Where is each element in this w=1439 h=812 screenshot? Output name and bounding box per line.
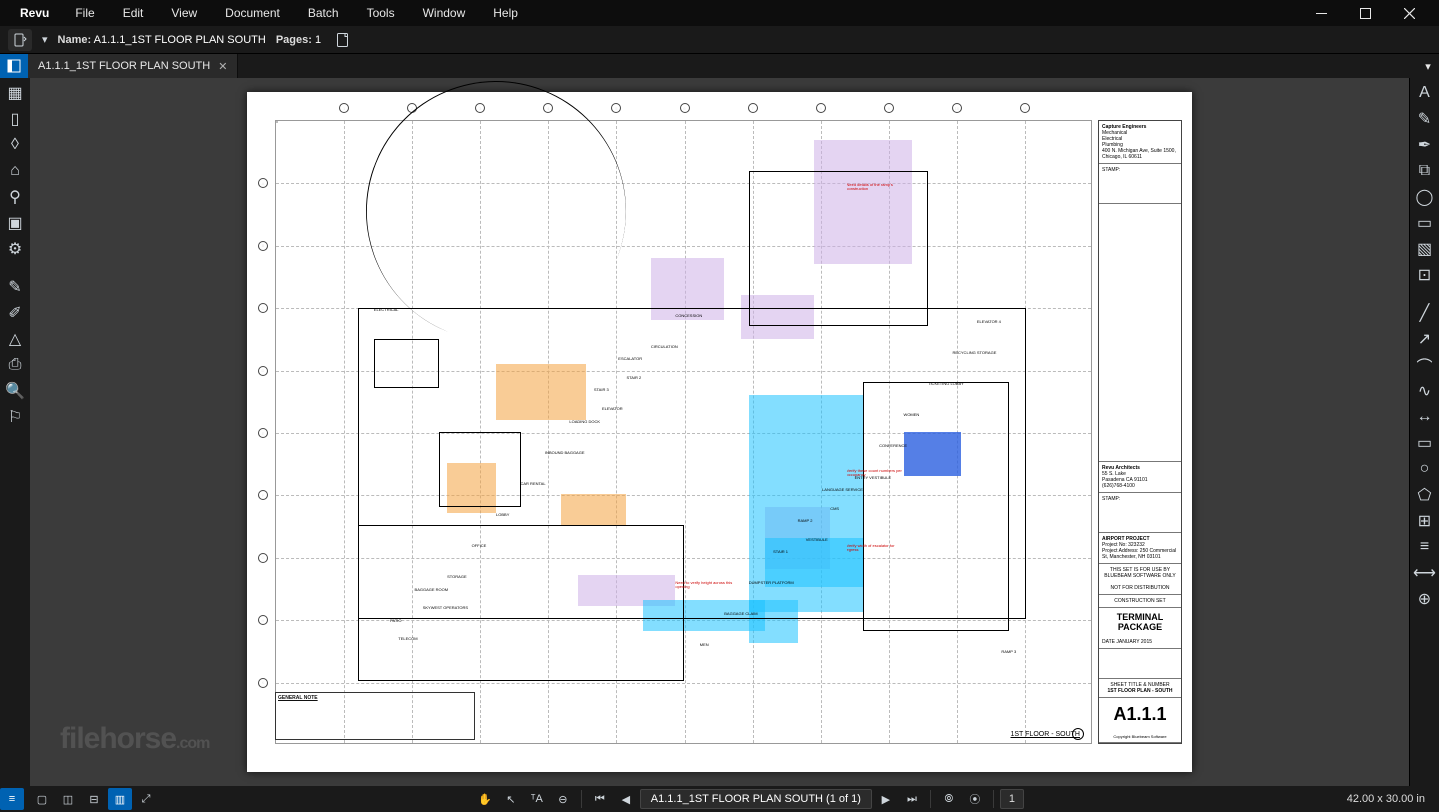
panel-access-icon[interactable]	[0, 54, 28, 78]
view-split-h-icon[interactable]: ⊟	[82, 788, 106, 810]
menu-edit[interactable]: Edit	[109, 6, 158, 20]
floor-plan-drawing: 1234567891011ABCDEFGHKNeed details of th…	[275, 120, 1092, 744]
next-page-icon[interactable]: ▶	[874, 788, 898, 810]
rectangle-icon[interactable]: ▭	[1412, 432, 1438, 454]
highlight-tool-icon[interactable]: ✎	[1412, 108, 1438, 130]
menu-tools[interactable]: Tools	[353, 6, 409, 20]
align-icon[interactable]: ≡	[1412, 536, 1438, 558]
pan-tool-icon[interactable]: ✋	[473, 788, 497, 810]
part-indicator[interactable]: 1	[1000, 789, 1024, 809]
page-indicator[interactable]: A1.1.1_1ST FLOOR PLAN SOUTH (1 of 1)	[640, 789, 872, 809]
polyline-icon[interactable]: ∿	[1412, 380, 1438, 402]
left-panel-rail: ▦ ▯ ◊ ⌂ ⚲ ▣ ⚙ ✎ ✐ △ ⎙ 🔍 ⚐	[0, 78, 30, 786]
properties-icon[interactable]: ⚙	[2, 238, 28, 260]
right-tool-rail: A ✎ ✒ ⧉ ◯ ▭ ▧ ⊡ ╱ ↗ ⌒ ∿ ↔ ▭ ○ ⬠ ⊞ ≡ ⟷ ⊕	[1409, 78, 1439, 786]
text-box-icon[interactable]: A	[1412, 82, 1438, 104]
page-dimensions: 42.00 x 30.00 in	[1333, 793, 1439, 805]
menu-help[interactable]: Help	[479, 6, 532, 20]
menu-batch[interactable]: Batch	[294, 6, 353, 20]
eraser-icon[interactable]: △	[2, 328, 28, 350]
image-icon[interactable]: ▧	[1412, 238, 1438, 260]
document-canvas[interactable]: Capture EngineersMechanical Electrical P…	[30, 78, 1409, 786]
prev-page-icon[interactable]: ◀	[614, 788, 638, 810]
search-icon[interactable]: 🔍	[2, 380, 28, 402]
name-field: Name: A1.1.1_1ST FLOOR PLAN SOUTH	[58, 34, 266, 46]
maximize-button[interactable]	[1343, 0, 1387, 26]
view-continuous-icon[interactable]: ▥	[108, 788, 132, 810]
count-icon[interactable]: ⊕	[1412, 588, 1438, 610]
tab-title: A1.1.1_1ST FLOOR PLAN SOUTH	[38, 60, 210, 72]
polygon-icon[interactable]: ⬠	[1412, 484, 1438, 506]
pages-field: Pages: 1	[276, 34, 321, 46]
menu-window[interactable]: Window	[409, 6, 480, 20]
ellipse-icon[interactable]: ○	[1412, 458, 1438, 480]
file-access-icon[interactable]	[8, 29, 32, 51]
places-icon[interactable]: ⚲	[2, 186, 28, 208]
document-info-bar: ▾ Name: A1.1.1_1ST FLOOR PLAN SOUTH Page…	[0, 26, 1439, 54]
text-select-icon[interactable]: ᵀA	[525, 788, 549, 810]
menu-bar: Revu File Edit View Document Batch Tools…	[0, 0, 1439, 26]
tab-bar: A1.1.1_1ST FLOOR PLAN SOUTH ✕ ▾	[0, 54, 1439, 78]
snapshot-icon[interactable]: ⧉	[1412, 160, 1438, 182]
menu-view[interactable]: View	[157, 6, 211, 20]
view-single-icon[interactable]: ▢	[30, 788, 54, 810]
close-button[interactable]	[1387, 0, 1431, 26]
group-icon[interactable]: ⊞	[1412, 510, 1438, 532]
pen-tool-icon[interactable]: ✒	[1412, 134, 1438, 156]
crop-icon[interactable]: ⊡	[1412, 264, 1438, 286]
file-icon[interactable]: ▯	[2, 108, 28, 130]
pdf-page: Capture EngineersMechanical Electrical P…	[247, 92, 1192, 772]
next-view-icon[interactable]: ⦿	[963, 788, 987, 810]
menu-file[interactable]: File	[61, 6, 108, 20]
last-page-icon[interactable]: ⏭	[900, 788, 924, 810]
arrow-icon[interactable]: ↗	[1412, 328, 1438, 350]
plan-caption: 1ST FLOOR - SOUTH	[1011, 731, 1081, 738]
general-note: GENERAL NOTE	[275, 692, 475, 740]
document-tab[interactable]: A1.1.1_1ST FLOOR PLAN SOUTH ✕	[28, 54, 238, 78]
cloud-icon[interactable]: ◯	[1412, 186, 1438, 208]
view-split-v-icon[interactable]: ◫	[56, 788, 80, 810]
view-fit-icon[interactable]: ⤢	[134, 788, 158, 810]
prev-view-icon[interactable]: ⦾	[937, 788, 961, 810]
arc-icon[interactable]: ⌒	[1412, 354, 1438, 376]
dimension-icon[interactable]: ↔	[1412, 406, 1438, 428]
tool-chest-icon[interactable]: ⌂	[2, 160, 28, 182]
panel-toggle-icon[interactable]: ≡	[0, 788, 24, 810]
north-arrow-icon	[1072, 728, 1084, 740]
highlighter-icon[interactable]: ✐	[2, 302, 28, 324]
print-icon[interactable]: ⎙	[2, 354, 28, 376]
layers-icon[interactable]: ◊	[2, 134, 28, 156]
app-name: Revu	[8, 6, 61, 20]
zoom-tool-icon[interactable]: ⊖	[551, 788, 575, 810]
new-page-icon[interactable]	[331, 29, 355, 51]
callout-icon[interactable]: ▭	[1412, 212, 1438, 234]
menu-document[interactable]: Document	[211, 6, 294, 20]
file-access-chevron-icon[interactable]: ▾	[42, 33, 48, 46]
sets-icon[interactable]: ▣	[2, 212, 28, 234]
first-page-icon[interactable]: ⏮	[588, 788, 612, 810]
flag-icon[interactable]: ⚐	[2, 406, 28, 428]
thumbnails-icon[interactable]: ▦	[2, 82, 28, 104]
tab-overflow-icon[interactable]: ▾	[1417, 54, 1439, 78]
minimize-button[interactable]	[1299, 0, 1343, 26]
line-icon[interactable]: ╱	[1412, 302, 1438, 324]
title-block: Capture EngineersMechanical Electrical P…	[1098, 120, 1182, 744]
watermark: filehorse.com	[60, 722, 209, 756]
status-bar: ≡ ▢ ◫ ⊟ ▥ ⤢ ✋ ↖ ᵀA ⊖ ⏮ ◀ A1.1.1_1ST FLOO…	[0, 786, 1439, 812]
select-tool-icon[interactable]: ↖	[499, 788, 523, 810]
pen-icon[interactable]: ✎	[2, 276, 28, 298]
tab-close-icon[interactable]: ✕	[218, 60, 227, 73]
measure-icon[interactable]: ⟷	[1412, 562, 1438, 584]
